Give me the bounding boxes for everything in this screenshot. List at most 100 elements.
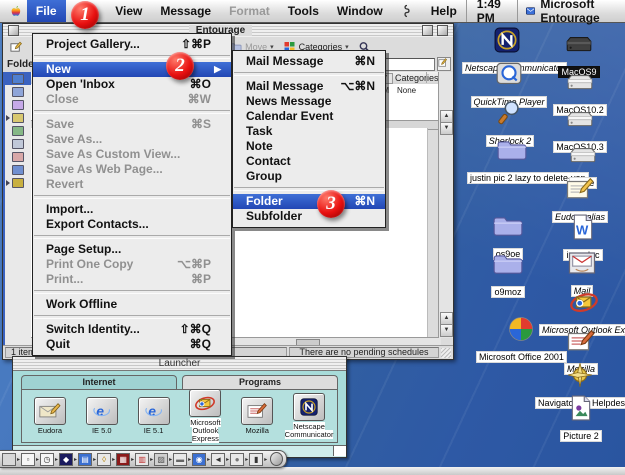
submenu-subfolder[interactable]: Subfolder	[233, 209, 385, 224]
printer-module[interactable]: ▬▸	[173, 453, 191, 466]
folder-tree-item[interactable]	[3, 163, 31, 176]
launcher-item[interactable]: e IE 5.1	[128, 397, 180, 435]
folder-tree-item[interactable]	[3, 124, 31, 137]
window-zoom-box[interactable]	[437, 25, 448, 36]
ie-icon: e	[143, 402, 165, 420]
hard-disk-icon	[568, 142, 598, 168]
submenu-item[interactable]: News Message	[233, 94, 385, 109]
sherlock-icon	[495, 100, 525, 126]
menu-item[interactable]: Switch Identity... ⇧⌘Q	[33, 322, 231, 337]
menu-item[interactable]: Revert	[33, 177, 231, 192]
menu-item[interactable]: Work Offline	[33, 297, 231, 312]
menu-item[interactable]: Print One Copy ⌥⌘P	[33, 257, 231, 272]
screenshot-border	[0, 467, 625, 475]
location-module[interactable]: ▫▸	[21, 453, 39, 466]
launcher-item[interactable]: e IE 5.0	[76, 397, 128, 435]
menu-item[interactable]: Import...	[33, 202, 231, 217]
menu-item[interactable]: Save ⌘S	[33, 117, 231, 132]
folder-icon	[12, 139, 24, 149]
submenu-item[interactable]: Note	[233, 139, 385, 154]
menu-file[interactable]: File	[27, 0, 66, 22]
scripts-menu[interactable]	[392, 0, 422, 22]
folder-tree-item[interactable]	[3, 111, 31, 124]
web-module[interactable]: ◉▸	[192, 453, 210, 466]
window-close-box[interactable]	[8, 25, 19, 36]
menu-item[interactable]: Quit ⌘Q	[33, 337, 231, 352]
edit-note-icon[interactable]	[437, 57, 451, 71]
scroll-down-icon[interactable]: ▼	[440, 122, 453, 135]
scroll-down-icon[interactable]: ▼	[440, 324, 453, 337]
clock-module[interactable]: ◷▸	[40, 453, 58, 466]
menu-message[interactable]: Message	[151, 0, 220, 22]
submenu-item[interactable]: Calendar Event	[233, 109, 385, 124]
folders-pane-header: Folders	[3, 59, 35, 70]
os9-folder-icon	[497, 137, 527, 163]
menu-item[interactable]: Print... ⌘P	[33, 272, 231, 287]
keychain-module[interactable]: ◊▸	[97, 453, 115, 466]
menu-help[interactable]: Help	[422, 0, 466, 22]
energy-saver-module[interactable]: ◆▸	[59, 453, 77, 466]
color-depth-module[interactable]: ▥▸	[135, 453, 153, 466]
file-sharing-module[interactable]: ▤▸	[78, 453, 96, 466]
ie-icon: e	[91, 402, 113, 420]
word-doc-icon: W	[568, 214, 598, 240]
mail-stamp-icon	[567, 250, 597, 276]
menu-item[interactable]: Project Gallery... ⇧⌘P	[33, 37, 231, 52]
mic-module[interactable]: ●▸	[230, 453, 248, 466]
launcher-item[interactable]: Netscape Communicator	[283, 393, 335, 439]
file-menu-new[interactable]: New ▶	[33, 62, 231, 77]
menu-item[interactable]: Save As Custom View...	[33, 147, 231, 162]
menu-format[interactable]: Format	[220, 0, 279, 22]
submenu-item[interactable]: Mail Message ⌘N	[233, 54, 385, 69]
launcher-tab-internet[interactable]: Internet	[21, 375, 177, 389]
menu-window[interactable]: Window	[328, 0, 392, 22]
submenu-item[interactable]: Task	[233, 124, 385, 139]
submenu-item[interactable]: Mail Message ⌥⌘N	[233, 79, 385, 94]
pattern-module[interactable]: ▨▸	[154, 453, 172, 466]
new-button[interactable]	[7, 39, 29, 55]
menu-item[interactable]: Close ⌘W	[33, 92, 231, 107]
cd-module[interactable]: ▦▸	[116, 453, 134, 466]
strip-collapse-module[interactable]: ▸	[2, 453, 20, 466]
launcher-item[interactable]: Microsoft Outlook Express	[179, 389, 231, 443]
resize-grip[interactable]	[441, 348, 451, 358]
folder-tree-item[interactable]	[3, 85, 31, 98]
menu-tools[interactable]: Tools	[279, 0, 328, 22]
quicktime-player-icon	[494, 61, 524, 87]
apple-menu[interactable]	[10, 4, 21, 19]
svg-text:e: e	[148, 403, 156, 419]
volume-module[interactable]: ◄▸	[211, 453, 229, 466]
menu-separator	[234, 187, 384, 191]
menu-item[interactable]: Save As Web Page...	[33, 162, 231, 177]
menu-item[interactable]: Export Contacts...	[33, 217, 231, 232]
control-strip-handle[interactable]	[270, 452, 283, 466]
menu-view[interactable]: View	[106, 0, 151, 22]
application-menu[interactable]: Microsoft Entourage	[517, 0, 625, 22]
launcher-tab-programs[interactable]: Programs	[182, 375, 338, 389]
menu-item[interactable]: Save As...	[33, 132, 231, 147]
folder-tree-item[interactable]	[3, 72, 31, 85]
folder-tree-item[interactable]	[3, 150, 31, 163]
launcher-item[interactable]: Mozilla	[231, 397, 283, 435]
step-badge: 1	[71, 1, 99, 29]
vertical-scrollbar[interactable]: ▲ ▼ ▲ ▼	[438, 72, 453, 338]
menu-item[interactable]: Page Setup...	[33, 242, 231, 257]
window-collapse-box[interactable]	[422, 25, 433, 36]
submenu-item[interactable]: Group	[233, 169, 385, 184]
folder-tree-item[interactable]	[3, 176, 31, 189]
menu-separator	[34, 235, 230, 239]
battery-module[interactable]: ▮▸	[249, 453, 267, 466]
launcher-item[interactable]: Eudora	[24, 397, 76, 435]
menu-separator	[34, 55, 230, 59]
submenu-item[interactable]: Contact	[233, 154, 385, 169]
launcher-titlebar[interactable]: Launcher	[13, 357, 346, 371]
office-2001-icon	[506, 316, 536, 342]
submenu-folder[interactable]: Folder ⌘N	[233, 194, 385, 209]
disclosure-triangle-icon[interactable]	[6, 180, 10, 186]
folder-tree-item[interactable]	[3, 137, 31, 150]
menu-item[interactable]: Open 'Inbox ⌘O	[33, 77, 231, 92]
disclosure-triangle-icon[interactable]	[6, 115, 10, 121]
launcher-items: Eudora e IE 5.0 e IE 5.1 Microsoft Outlo…	[21, 389, 338, 443]
folder-tree-item[interactable]	[3, 98, 31, 111]
desktop-icon[interactable]: Picture 2	[536, 395, 625, 444]
